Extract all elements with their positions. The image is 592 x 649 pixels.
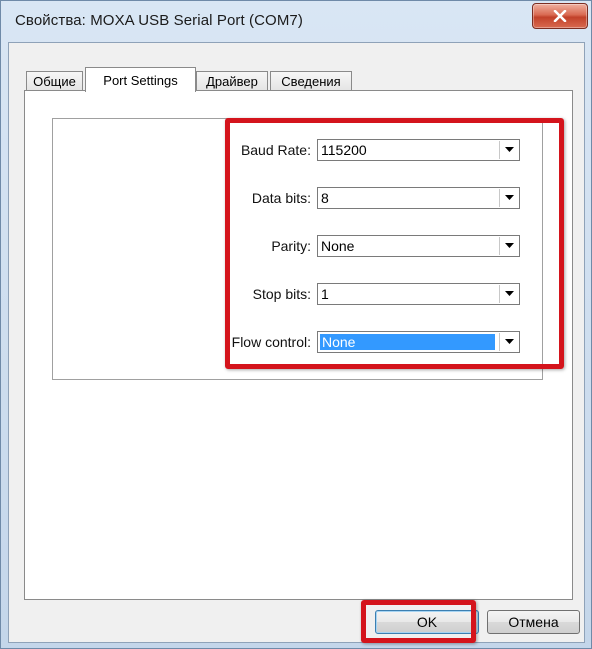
tab-details[interactable]: Сведения: [270, 71, 352, 91]
baud-rate-label: Baud Rate:: [240, 142, 311, 158]
port-settings-panel: Baud Rate: 115200 Data bits: 8 Parity: N…: [24, 90, 573, 600]
close-x-icon: [553, 10, 567, 22]
flow-control-select[interactable]: None: [317, 331, 520, 353]
chevron-down-icon[interactable]: [499, 333, 518, 351]
flow-control-label: Flow control:: [231, 334, 311, 350]
data-bits-select[interactable]: 8: [317, 187, 520, 209]
stop-bits-value: 1: [321, 286, 329, 302]
baud-rate-value: 115200: [321, 142, 367, 158]
stop-bits-select[interactable]: 1: [317, 283, 520, 305]
data-bits-label: Data bits:: [251, 190, 311, 206]
stop-bits-row: Stop bits: 1: [253, 283, 520, 305]
parity-label: Parity:: [271, 238, 311, 254]
tab-port-settings[interactable]: Port Settings: [85, 67, 196, 92]
close-button[interactable]: [532, 3, 588, 29]
flow-control-row: Flow control: None: [232, 331, 520, 353]
tab-driver[interactable]: Драйвер: [196, 71, 268, 91]
chevron-down-icon[interactable]: [499, 285, 518, 303]
properties-dialog: Свойства: MOXA USB Serial Port (COM7) Об…: [0, 0, 592, 649]
tab-label: Драйвер: [206, 74, 258, 89]
parity-value: None: [321, 238, 355, 254]
baud-rate-row: Baud Rate: 115200: [241, 139, 520, 161]
data-bits-value: 8: [321, 190, 329, 206]
cancel-button[interactable]: Отмена: [487, 610, 580, 634]
tab-label: Сведения: [281, 74, 341, 89]
chevron-down-icon[interactable]: [499, 141, 518, 159]
parity-select[interactable]: None: [317, 235, 520, 257]
tab-label: Общие: [33, 74, 76, 89]
ok-button-label: OK: [416, 614, 438, 630]
flow-control-value: None: [320, 334, 495, 350]
settings-group: Baud Rate: 115200 Data bits: 8 Parity: N…: [52, 118, 543, 380]
chevron-down-icon[interactable]: [499, 189, 518, 207]
window-title: Свойства: MOXA USB Serial Port (COM7): [15, 12, 303, 29]
stop-bits-label: Stop bits:: [252, 286, 311, 302]
baud-rate-select[interactable]: 115200: [317, 139, 520, 161]
title-bar[interactable]: Свойства: MOXA USB Serial Port (COM7): [1, 1, 591, 41]
tab-label: Port Settings: [103, 72, 178, 88]
parity-row: Parity: None: [271, 235, 520, 257]
dialog-body: Общие Port Settings Драйвер Сведения Bau…: [8, 42, 585, 643]
chevron-down-icon[interactable]: [499, 237, 518, 255]
data-bits-row: Data bits: 8: [252, 187, 520, 209]
tab-general[interactable]: Общие: [26, 71, 83, 91]
ok-button[interactable]: OK: [375, 610, 479, 634]
cancel-button-label: Отмена: [508, 614, 559, 630]
